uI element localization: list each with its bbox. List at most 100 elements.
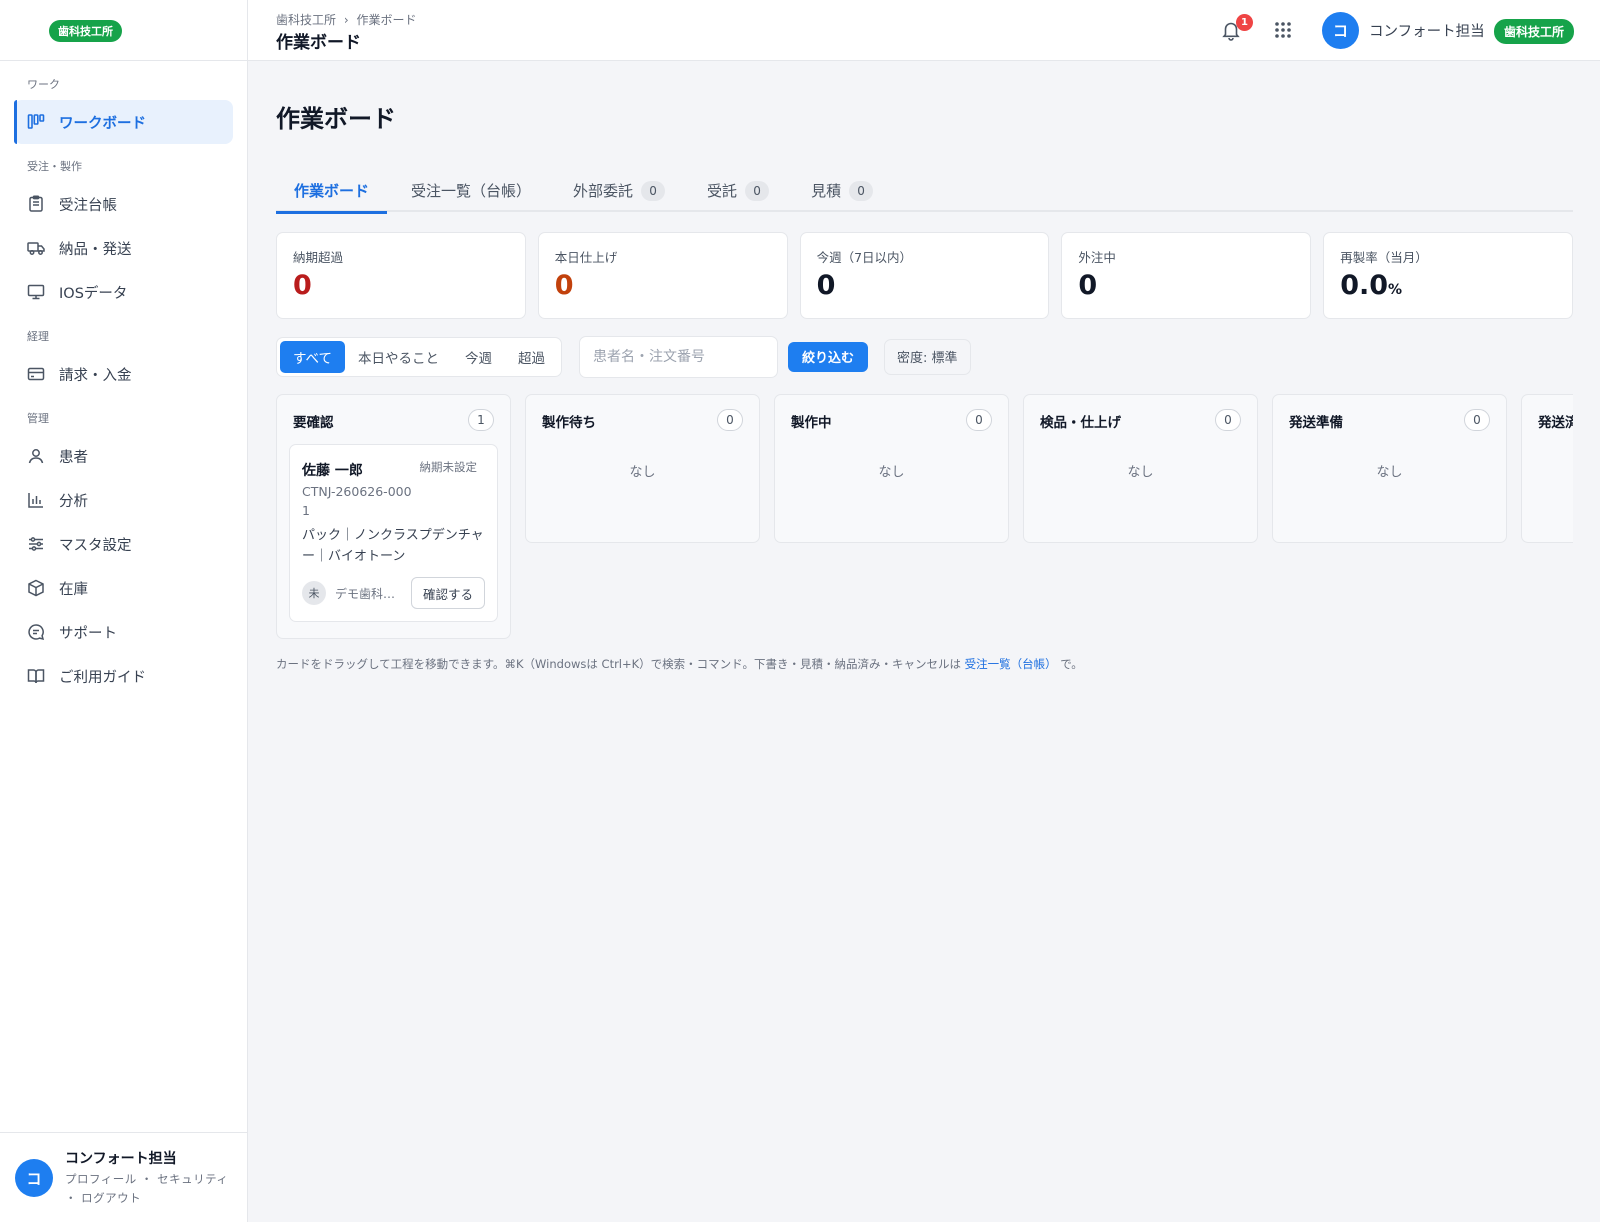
filter-button[interactable]: 絞り込む xyxy=(788,341,869,372)
tab-count-badge: 0 xyxy=(641,180,666,201)
sidebar-item-master-settings[interactable]: マスタ設定 xyxy=(14,522,233,566)
column-count: 0 xyxy=(717,409,743,431)
segment-today[interactable]: 本日やること xyxy=(345,341,452,373)
segment-all[interactable]: すべて xyxy=(280,340,346,373)
confirm-button[interactable]: 確認する xyxy=(410,577,485,609)
stat-value: 0 xyxy=(554,270,574,301)
tab-count-badge: 0 xyxy=(849,180,874,201)
stat-card-overdue[interactable]: 納期超過 0 xyxy=(276,232,526,319)
sidebar-item-label: マスタ設定 xyxy=(59,537,132,554)
user-links[interactable]: プロフィール ・ セキュリティ ・ ログアウト xyxy=(65,1170,235,1208)
column-title: 検品・仕上げ xyxy=(1040,415,1121,431)
sidebar-item-label: 請求・入金 xyxy=(59,367,132,384)
card-status-mark: 未 xyxy=(302,581,326,605)
stat-card-this-week[interactable]: 今週（7日以内） 0 xyxy=(799,232,1050,319)
header-user-name[interactable]: コンフォート担当 xyxy=(1369,20,1485,41)
stat-label: 外注中 xyxy=(1078,250,1116,265)
breadcrumb: 歯科技工所 › 作業ボード xyxy=(276,11,417,28)
board-icon xyxy=(27,113,45,131)
user-name: コンフォート担当 xyxy=(65,1151,177,1167)
tab-label: 受託 xyxy=(707,182,738,200)
sidebar-item-label: 分析 xyxy=(59,493,88,510)
card-patient-name: 佐藤 一郎 xyxy=(302,463,363,479)
nav-section-work: ワーク xyxy=(27,78,60,91)
org-badge: 歯科技工所 xyxy=(49,20,122,42)
sidebar-item-label: 患者 xyxy=(59,449,88,466)
stat-card-outsourced[interactable]: 外注中 0 xyxy=(1061,232,1312,319)
top-header: 歯科技工所 › 作業ボード 作業ボード 1 コ コンフォート担当 歯科技工所 xyxy=(248,0,1600,61)
stat-unit: % xyxy=(1388,282,1403,298)
stat-card-remake-rate[interactable]: 再製率（当月） 0.0% xyxy=(1323,232,1573,319)
tab-workboard[interactable]: 作業ボード xyxy=(276,169,388,214)
column-count: 0 xyxy=(966,409,992,431)
column-title: 発送準備 xyxy=(1289,415,1343,431)
density-button[interactable]: 密度: 標準 xyxy=(884,338,971,375)
hint-text: カードをドラッグして工程を移動できます。⌘K（Windowsは Ctrl+K）で… xyxy=(276,657,961,671)
breadcrumb-root[interactable]: 歯科技工所 xyxy=(276,13,336,27)
tab-order-list[interactable]: 受注一覧（台帳） xyxy=(393,169,549,212)
column-in-production: 製作中 0 なし xyxy=(774,394,1009,543)
sidebar-item-inventory[interactable]: 在庫 xyxy=(14,566,233,610)
column-empty: なし xyxy=(629,465,656,480)
column-shipping-prep: 発送準備 0 なし xyxy=(1272,394,1507,543)
segment-overdue[interactable]: 超過 xyxy=(505,341,558,373)
column-title: 要確認 xyxy=(293,415,334,431)
sidebar-item-label: 在庫 xyxy=(59,581,88,598)
sidebar-item-billing[interactable]: 請求・入金 xyxy=(14,352,233,396)
person-icon xyxy=(27,447,45,465)
column-count: 0 xyxy=(1215,409,1241,431)
card-clinic: デモ歯科… xyxy=(335,587,396,601)
segment-this-week[interactable]: 今週 xyxy=(452,341,505,373)
sidebar: 歯科技工所 ワーク ワークボード 受注・製作 受注台帳 納品・発送 IOSデータ… xyxy=(0,0,248,1222)
sidebar-item-label: 納品・発送 xyxy=(59,241,132,258)
nav-section-orders: 受注・製作 xyxy=(27,160,82,173)
column-waiting: 製作待ち 0 なし xyxy=(525,394,760,543)
page-title: 作業ボード xyxy=(276,105,396,133)
header-avatar[interactable]: コ xyxy=(1322,12,1359,49)
column-title: 製作待ち xyxy=(542,415,596,431)
sidebar-item-ledger[interactable]: 受注台帳 xyxy=(14,182,233,226)
tab-label: 外部委託 xyxy=(573,182,634,200)
sidebar-item-support[interactable]: サポート xyxy=(14,610,233,654)
avatar[interactable]: コ xyxy=(15,1159,53,1197)
column-needs-review: 要確認 1 佐藤 一郎 納期未設定 CTNJ-260626-0001 パック｜ノ… xyxy=(276,394,511,639)
tab-contracted[interactable]: 受託 0 xyxy=(689,169,787,212)
sidebar-item-delivery[interactable]: 納品・発送 xyxy=(14,226,233,270)
stat-value: 0 xyxy=(1078,270,1098,301)
tab-outsourcing[interactable]: 外部委託 0 xyxy=(555,169,683,212)
stat-number: 0.0 xyxy=(1340,270,1389,301)
hint-text-end: で。 xyxy=(1060,657,1083,671)
tab-quotes[interactable]: 見積 0 xyxy=(793,169,891,212)
help-hint: カードをドラッグして工程を移動できます。⌘K（Windowsは Ctrl+K）で… xyxy=(276,656,1083,672)
card-due-date: 納期未設定 xyxy=(419,460,478,474)
column-empty: なし xyxy=(1127,465,1154,480)
header-title: 作業ボード xyxy=(276,33,361,53)
stat-card-due-today[interactable]: 本日仕上げ 0 xyxy=(537,232,788,319)
chat-icon xyxy=(27,623,45,641)
order-card[interactable]: 佐藤 一郎 納期未設定 CTNJ-260626-0001 パック｜ノンクラスプデ… xyxy=(289,444,498,622)
chart-icon xyxy=(27,491,45,509)
header-org-badge: 歯科技工所 xyxy=(1494,19,1575,44)
stat-label: 再製率（当月） xyxy=(1340,250,1428,265)
search-input[interactable] xyxy=(579,335,779,378)
sidebar-item-patients[interactable]: 患者 xyxy=(14,434,233,478)
apps-grid-icon[interactable] xyxy=(1274,21,1292,39)
sidebar-item-workboard[interactable]: ワークボード xyxy=(14,100,233,144)
ledger-icon xyxy=(27,195,45,213)
sidebar-header: 歯科技工所 xyxy=(0,0,247,61)
sidebar-item-ios-data[interactable]: IOSデータ xyxy=(14,270,233,314)
column-count: 0 xyxy=(1464,409,1490,431)
sidebar-item-analytics[interactable]: 分析 xyxy=(14,478,233,522)
segment-control: すべて 本日やること 今週 超過 xyxy=(276,336,563,377)
column-shipped: 発送済 xyxy=(1521,394,1573,543)
order-list-link[interactable]: 受注一覧（台帳） xyxy=(965,657,1057,671)
sidebar-item-guide[interactable]: ご利用ガイド xyxy=(14,654,233,698)
stat-label: 納期超過 xyxy=(293,250,344,265)
sidebar-item-label: サポート xyxy=(59,625,117,642)
sidebar-item-label: IOSデータ xyxy=(59,285,128,302)
nav-section-admin: 管理 xyxy=(27,412,49,425)
stat-value: 0.0% xyxy=(1340,270,1402,301)
credit-card-icon xyxy=(27,365,45,383)
column-title: 発送済 xyxy=(1538,415,1573,431)
sidebar-item-label: 受注台帳 xyxy=(59,197,117,214)
